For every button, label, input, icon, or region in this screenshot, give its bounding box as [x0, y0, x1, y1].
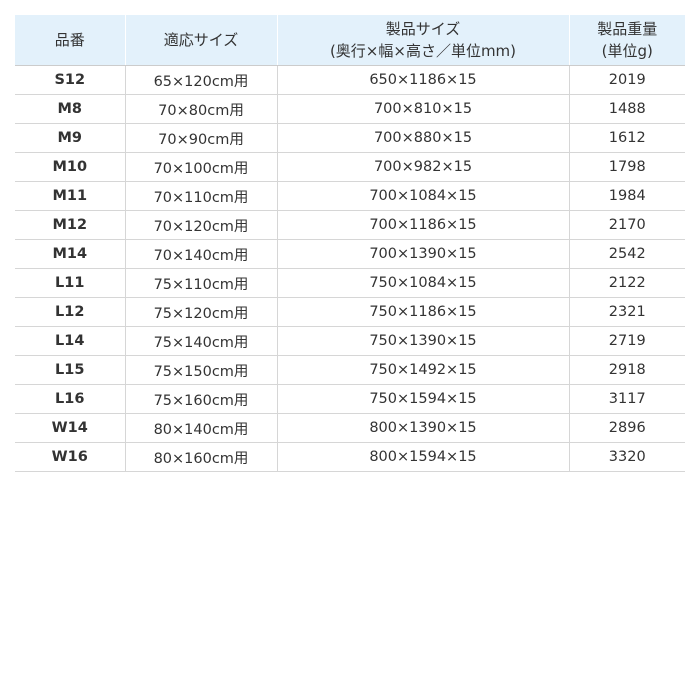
header-code: 品番: [15, 15, 126, 66]
cell-code: L14: [15, 326, 126, 356]
cell-code: L16: [15, 384, 126, 414]
table-row: W16 80×160cm用 800×1594×15 3320: [15, 442, 685, 472]
cell-product-size: 650×1186×15: [277, 65, 570, 95]
cell-product-size: 700×880×15: [277, 123, 570, 153]
cell-fit-size: 75×110cm用: [125, 268, 278, 298]
table-row: M8 70×80cm用 700×810×15 1488: [15, 94, 685, 124]
cell-weight: 2019: [569, 65, 685, 95]
table-row: M10 70×100cm用 700×982×15 1798: [15, 152, 685, 182]
cell-product-size: 750×1390×15: [277, 326, 570, 356]
cell-weight: 3320: [569, 442, 685, 472]
product-spec-table: 品番 適応サイズ 製品サイズ (奥行×幅×高さ／単位mm) 製品重量 (単位g)…: [15, 15, 685, 472]
cell-product-size: 750×1492×15: [277, 355, 570, 385]
header-product-size-title: 製品サイズ: [385, 20, 461, 38]
cell-code: M11: [15, 181, 126, 211]
cell-fit-size: 70×90cm用: [125, 123, 278, 153]
header-fit-size: 適応サイズ: [125, 15, 278, 66]
cell-weight: 2542: [569, 239, 685, 269]
cell-product-size: 700×1084×15: [277, 181, 570, 211]
cell-product-size: 800×1390×15: [277, 413, 570, 443]
cell-fit-size: 75×160cm用: [125, 384, 278, 414]
cell-fit-size: 75×150cm用: [125, 355, 278, 385]
header-product-size: 製品サイズ (奥行×幅×高さ／単位mm): [277, 15, 570, 66]
cell-product-size: 700×982×15: [277, 152, 570, 182]
cell-weight: 2918: [569, 355, 685, 385]
cell-weight: 1798: [569, 152, 685, 182]
cell-code: L12: [15, 297, 126, 327]
cell-weight: 2719: [569, 326, 685, 356]
cell-code: M14: [15, 239, 126, 269]
cell-weight: 2170: [569, 210, 685, 240]
cell-weight: 1984: [569, 181, 685, 211]
header-weight-title: 製品重量: [597, 20, 658, 38]
table-row: M9 70×90cm用 700×880×15 1612: [15, 123, 685, 153]
cell-product-size: 700×1186×15: [277, 210, 570, 240]
cell-fit-size: 80×160cm用: [125, 442, 278, 472]
cell-fit-size: 70×100cm用: [125, 152, 278, 182]
cell-weight: 1612: [569, 123, 685, 153]
cell-code: L11: [15, 268, 126, 298]
cell-code: W16: [15, 442, 126, 472]
cell-fit-size: 65×120cm用: [125, 65, 278, 95]
cell-product-size: 800×1594×15: [277, 442, 570, 472]
table-row: L11 75×110cm用 750×1084×15 2122: [15, 268, 685, 298]
cell-fit-size: 70×110cm用: [125, 181, 278, 211]
cell-fit-size: 70×120cm用: [125, 210, 278, 240]
table-row: M14 70×140cm用 700×1390×15 2542: [15, 239, 685, 269]
cell-code: M9: [15, 123, 126, 153]
table-header: 品番 適応サイズ 製品サイズ (奥行×幅×高さ／単位mm) 製品重量 (単位g): [15, 15, 685, 66]
table-row: L15 75×150cm用 750×1492×15 2918: [15, 355, 685, 385]
cell-product-size: 750×1186×15: [277, 297, 570, 327]
header-row: 品番 適応サイズ 製品サイズ (奥行×幅×高さ／単位mm) 製品重量 (単位g): [15, 15, 685, 66]
header-product-size-unit: (奥行×幅×高さ／単位mm): [329, 42, 517, 60]
cell-product-size: 700×1390×15: [277, 239, 570, 269]
header-weight-unit: (単位g): [601, 42, 653, 60]
cell-weight: 2122: [569, 268, 685, 298]
cell-code: L15: [15, 355, 126, 385]
header-weight: 製品重量 (単位g): [569, 15, 685, 66]
cell-code: M12: [15, 210, 126, 240]
cell-code: W14: [15, 413, 126, 443]
table-row: L12 75×120cm用 750×1186×15 2321: [15, 297, 685, 327]
cell-product-size: 750×1594×15: [277, 384, 570, 414]
cell-product-size: 700×810×15: [277, 94, 570, 124]
table-row: L16 75×160cm用 750×1594×15 3117: [15, 384, 685, 414]
cell-fit-size: 75×120cm用: [125, 297, 278, 327]
table-row: M11 70×110cm用 700×1084×15 1984: [15, 181, 685, 211]
cell-code: M8: [15, 94, 126, 124]
cell-weight: 2321: [569, 297, 685, 327]
table-row: L14 75×140cm用 750×1390×15 2719: [15, 326, 685, 356]
cell-fit-size: 70×80cm用: [125, 94, 278, 124]
table-row: M12 70×120cm用 700×1186×15 2170: [15, 210, 685, 240]
cell-product-size: 750×1084×15: [277, 268, 570, 298]
cell-code: S12: [15, 65, 126, 95]
cell-fit-size: 70×140cm用: [125, 239, 278, 269]
table-row: S12 65×120cm用 650×1186×15 2019: [15, 65, 685, 95]
cell-weight: 3117: [569, 384, 685, 414]
cell-fit-size: 75×140cm用: [125, 326, 278, 356]
table-body: S12 65×120cm用 650×1186×15 2019 M8 70×80cm用 700…: [15, 65, 685, 472]
cell-code: M10: [15, 152, 126, 182]
table-row: W14 80×140cm用 800×1390×15 2896: [15, 413, 685, 443]
cell-weight: 2896: [569, 413, 685, 443]
cell-fit-size: 80×140cm用: [125, 413, 278, 443]
cell-weight: 1488: [569, 94, 685, 124]
